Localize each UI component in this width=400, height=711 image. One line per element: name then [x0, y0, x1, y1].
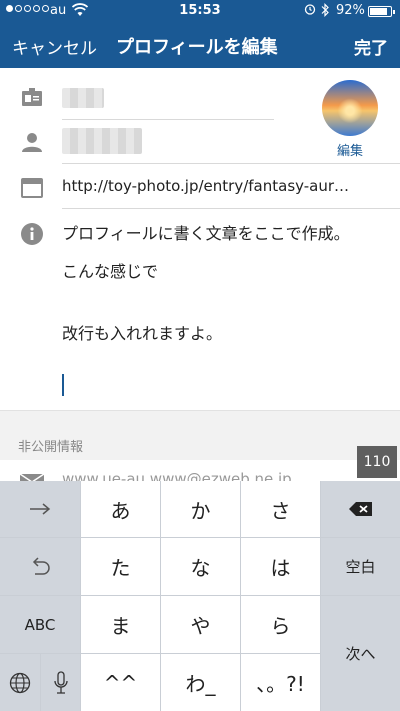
key-ka[interactable]: か: [161, 481, 240, 537]
text-cursor: [62, 374, 64, 396]
key-ya[interactable]: や: [161, 596, 240, 653]
bio-line: プロフィールに書く文章をここで作成。: [62, 224, 350, 243]
divider: [62, 119, 274, 120]
key-ta[interactable]: た: [81, 538, 160, 595]
key-a[interactable]: あ: [81, 481, 160, 537]
undo-icon: [32, 556, 50, 575]
battery-icon: [368, 6, 395, 17]
done-button[interactable]: 完了: [354, 34, 388, 59]
arrow-right-icon: [30, 503, 51, 515]
avatar[interactable]: [322, 80, 378, 136]
bio-line: こんな感じで: [62, 262, 159, 281]
cancel-button[interactable]: キャンセル: [12, 34, 97, 59]
alarm-icon: [304, 4, 316, 15]
key-dakuten[interactable]: ^^: [81, 654, 160, 711]
page-title: プロフィールを編集: [116, 37, 278, 58]
top-bar: au 15:53 92% キャンセル プロフィールを編集 完了: [0, 0, 400, 68]
key-globe[interactable]: [0, 654, 40, 711]
key-undo[interactable]: [0, 538, 80, 595]
divider: [62, 163, 400, 164]
avatar-edit-link[interactable]: 編集: [322, 140, 378, 159]
name-field[interactable]: [62, 88, 104, 108]
key-arrow-right[interactable]: [0, 481, 80, 537]
key-dictation[interactable]: [41, 654, 80, 711]
id-card-icon: [22, 88, 42, 106]
email-row[interactable]: www.ue-au.www@ezweb.ne.jp: [0, 460, 400, 482]
username-field[interactable]: [62, 128, 142, 154]
bluetooth-icon: [321, 3, 329, 17]
key-space[interactable]: 空白: [321, 538, 400, 595]
key-abc[interactable]: ABC: [0, 596, 80, 653]
backspace-icon: [348, 502, 372, 516]
info-icon: [21, 223, 43, 245]
microphone-icon: [53, 670, 68, 694]
character-counter: 110: [357, 446, 397, 478]
battery-percent: 92%: [336, 3, 365, 18]
bio-line: 改行も入れれますよ。: [62, 324, 223, 343]
status-bar: au 15:53 92%: [0, 0, 400, 22]
website-field[interactable]: http://toy-photo.jp/entry/fantasy-aur…: [62, 177, 349, 195]
key-punctuation[interactable]: 、。?!: [241, 654, 320, 711]
divider: [62, 208, 400, 209]
section-label: 非公開情報: [18, 440, 84, 455]
key-wa[interactable]: わ_: [161, 654, 240, 711]
key-ra[interactable]: ら: [241, 596, 320, 653]
key-sa[interactable]: さ: [241, 481, 320, 537]
key-ma[interactable]: ま: [81, 596, 160, 653]
globe-icon: [9, 672, 31, 693]
person-icon: [22, 133, 42, 152]
key-ha[interactable]: は: [241, 538, 320, 595]
bio-textarea[interactable]: プロフィールに書く文章をここで作成。 こんな感じで 改行も入れれますよ。: [62, 222, 382, 360]
private-info-section-header: 非公開情報: [0, 410, 400, 461]
key-next[interactable]: 次へ: [321, 596, 400, 711]
keyboard: あ か さ た な は 空白 ABC ま や ら 次へ ^^ わ_ 、。?!: [0, 481, 400, 711]
key-na[interactable]: な: [161, 538, 240, 595]
key-backspace[interactable]: [321, 481, 400, 537]
browser-window-icon: [21, 178, 43, 198]
